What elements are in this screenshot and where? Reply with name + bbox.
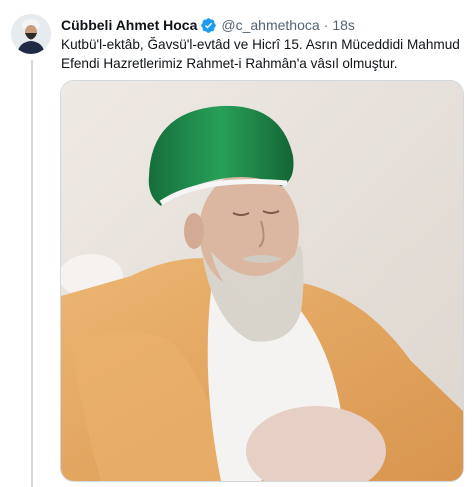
tweet-photo[interactable] bbox=[60, 80, 464, 482]
header-separator: · bbox=[323, 17, 329, 33]
verified-badge-icon bbox=[200, 17, 217, 34]
author-handle[interactable]: @c_ahmethoca bbox=[221, 16, 319, 34]
tweet-header: Cübbeli Ahmet Hoca @c_ahmethoca · 18s bbox=[61, 16, 355, 34]
thread-line bbox=[31, 60, 33, 487]
tweet-text: Kutbü'l-ektâb, Ğavsü'l-evtâd ve Hicrî 15… bbox=[61, 37, 460, 71]
tweet-timestamp[interactable]: 18s bbox=[332, 16, 355, 34]
tweet[interactable]: Cübbeli Ahmet Hoca @c_ahmethoca · 18s Ku… bbox=[0, 0, 476, 487]
photo-illustration bbox=[61, 81, 463, 481]
author-display-name[interactable]: Cübbeli Ahmet Hoca bbox=[61, 16, 197, 34]
avatar[interactable] bbox=[11, 14, 51, 54]
